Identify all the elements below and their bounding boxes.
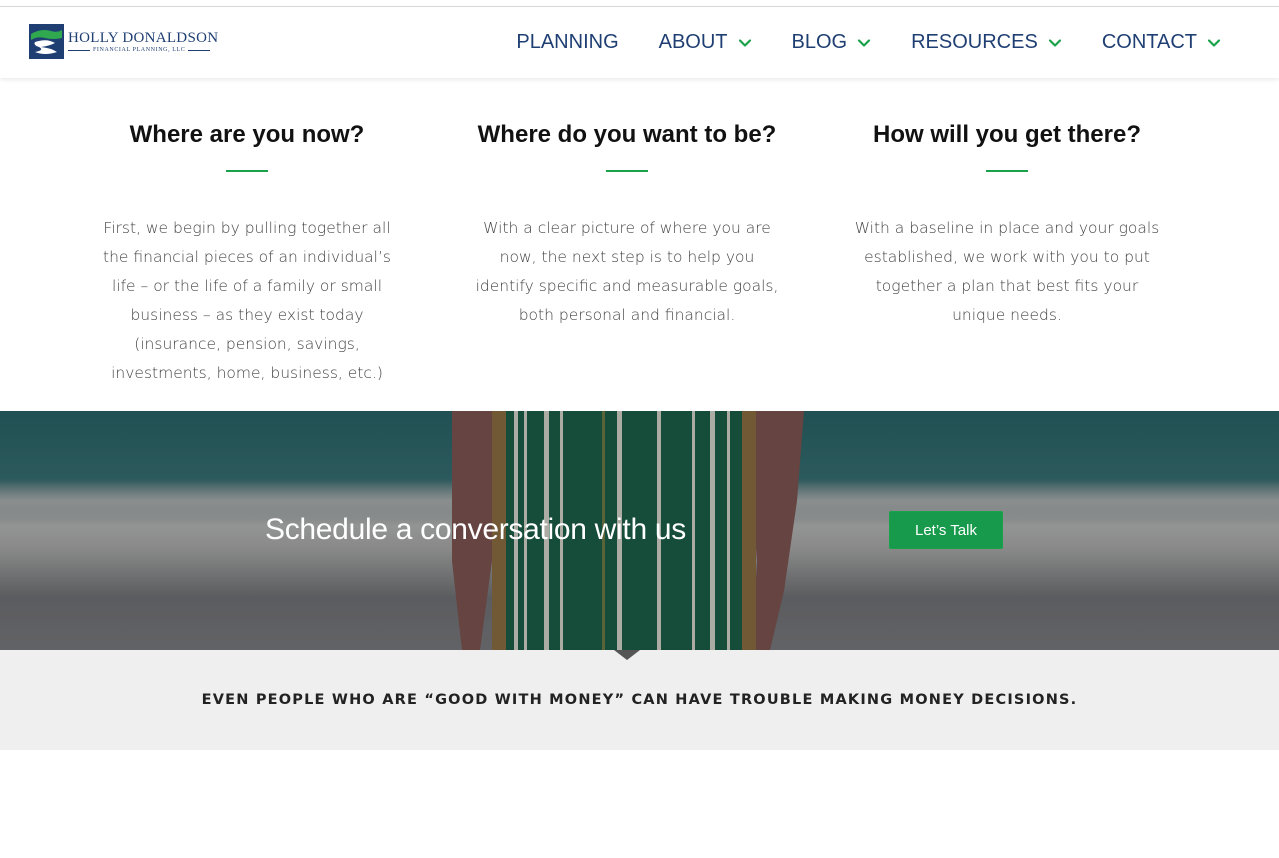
step-divider	[606, 170, 648, 172]
site-header: HOLLY DONALDSON FINANCIAL PLANNING, LLC …	[0, 7, 1279, 78]
site-logo[interactable]: HOLLY DONALDSON FINANCIAL PLANNING, LLC	[29, 24, 218, 59]
step-where-now: Where are you now? First, we begin by pu…	[87, 78, 407, 388]
step-title: Where are you now?	[129, 121, 365, 148]
logo-name: HOLLY DONALDSON	[68, 30, 219, 46]
section-notch	[614, 650, 640, 660]
step-where-want: Where do you want to be? With a clear pi…	[467, 78, 787, 330]
step-title: Where do you want to be?	[477, 121, 777, 148]
nav-label-resources: RESOURCES	[911, 31, 1038, 53]
nav-label-contact: CONTACT	[1101, 31, 1197, 53]
nav-item-contact[interactable]: CONTACT	[1102, 31, 1221, 54]
step-divider	[226, 170, 268, 172]
step-body: With a clear picture of where you are no…	[475, 219, 779, 324]
top-border	[0, 0, 1279, 7]
step-body: With a baseline in place and your goals …	[854, 219, 1160, 324]
lets-talk-button[interactable]: Let’s Talk	[889, 511, 1003, 549]
chevron-down-icon	[738, 38, 751, 47]
schedule-banner: Schedule a conversation with us Let’s Ta…	[0, 411, 1279, 650]
logo-subtitle: FINANCIAL PLANNING, LLC	[68, 47, 218, 53]
nav-item-blog[interactable]: BLOG	[792, 31, 872, 54]
nav-item-about[interactable]: ABOUT	[659, 31, 752, 54]
nav-item-resources[interactable]: RESOURCES	[911, 31, 1062, 54]
step-body: First, we begin by pulling together all …	[103, 219, 391, 382]
banner-title: Schedule a conversation with us	[265, 513, 686, 546]
planning-steps: Where are you now? First, we begin by pu…	[0, 78, 1279, 411]
chevron-down-icon	[1207, 38, 1221, 47]
nav-label-about: ABOUT	[658, 31, 728, 53]
step-how-get-there: How will you get there? With a baseline …	[847, 78, 1167, 330]
content-area	[0, 750, 1279, 858]
nav-item-planning[interactable]: PLANNING	[516, 31, 618, 54]
chevron-down-icon	[1048, 38, 1061, 47]
tagline-strip: EVEN PEOPLE WHO ARE “GOOD WITH MONEY” CA…	[0, 650, 1279, 750]
step-divider	[986, 170, 1028, 172]
tagline-text: EVEN PEOPLE WHO ARE “GOOD WITH MONEY” CA…	[201, 692, 1078, 708]
chevron-down-icon	[858, 38, 871, 47]
nav-label-planning: PLANNING	[516, 31, 619, 53]
nav-label-blog: BLOG	[791, 31, 848, 53]
logo-mark-icon	[29, 24, 64, 59]
logo-subtitle-text: FINANCIAL PLANNING, LLC	[93, 47, 186, 53]
step-title: How will you get there?	[872, 121, 1142, 148]
main-nav: PLANNING ABOUT BLOG RESOURCES CONTACT	[476, 7, 1221, 78]
